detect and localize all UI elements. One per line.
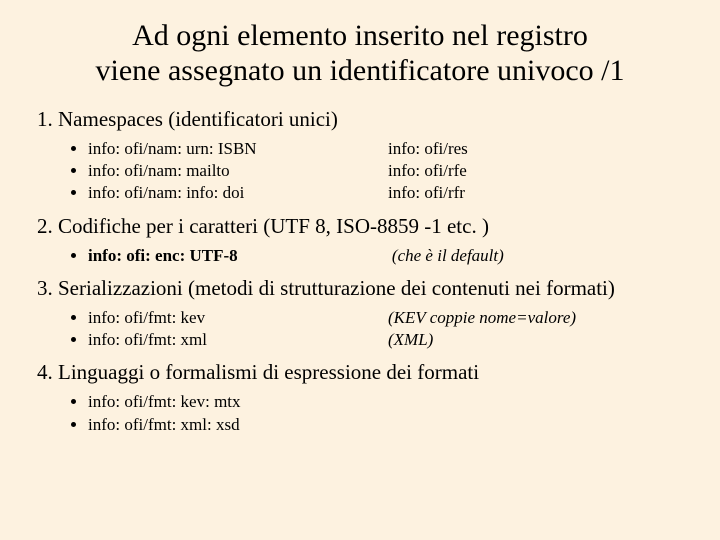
list-item: info: ofi/fmt: xml: xsd [88, 414, 690, 435]
item-linguaggi: Linguaggi o formalismi di espressione de… [58, 360, 690, 435]
lang-1: info: ofi/fmt: xml: xsd [88, 415, 240, 434]
fmt-left-0: info: ofi/fmt: kev [88, 307, 388, 328]
sublist-codifiche: info: ofi: enc: UTF-8 (che è il default) [58, 245, 690, 266]
nam-left-1: info: ofi/nam: mailto [88, 160, 388, 181]
fmt-left-1: info: ofi/fmt: xml [88, 329, 388, 350]
heading-codifiche: Codifiche per i caratteri (UTF 8, ISO-88… [58, 214, 489, 238]
nam-left-0: info: ofi/nam: urn: ISBN [88, 138, 388, 159]
list-item: info: ofi/nam: mailto info: ofi/rfe [88, 160, 690, 181]
list-item: info: ofi/fmt: kev: mtx [88, 391, 690, 412]
list-item: info: ofi: enc: UTF-8 (che è il default) [88, 245, 690, 266]
enc-right: (che è il default) [392, 245, 504, 266]
nam-right-2: info: ofi/rfr [388, 182, 465, 203]
nam-left-2: info: ofi/nam: info: doi [88, 182, 388, 203]
page-title: Ad ogni elemento inserito nel registro v… [30, 18, 690, 89]
nam-right-0: info: ofi/res [388, 138, 468, 159]
heading-namespaces: Namespaces (identificatori unici) [58, 107, 338, 131]
list-item: info: ofi/nam: info: doi info: ofi/rfr [88, 182, 690, 203]
list-item: info: ofi/fmt: xml (XML) [88, 329, 690, 350]
nam-right-1: info: ofi/rfe [388, 160, 467, 181]
title-line-2: viene assegnato un identificatore univoc… [96, 54, 625, 87]
item-namespaces: Namespaces (identificatori unici) info: … [58, 107, 690, 204]
list-item: info: ofi/fmt: kev (KEV coppie nome=valo… [88, 307, 690, 328]
title-line-1: Ad ogni elemento inserito nel registro [132, 19, 588, 52]
item-codifiche: Codifiche per i caratteri (UTF 8, ISO-88… [58, 214, 690, 266]
sublist-linguaggi: info: ofi/fmt: kev: mtx info: ofi/fmt: x… [58, 391, 690, 435]
slide: Ad ogni elemento inserito nel registro v… [0, 0, 720, 540]
main-list: Namespaces (identificatori unici) info: … [30, 107, 690, 435]
item-serializzazioni: Serializzazioni (metodi di strutturazion… [58, 276, 690, 351]
fmt-right-1: (XML) [388, 329, 433, 350]
fmt-right-0: (KEV coppie nome=valore) [388, 307, 576, 328]
sublist-namespaces: info: ofi/nam: urn: ISBN info: ofi/res i… [58, 138, 690, 204]
heading-serializzazioni: Serializzazioni (metodi di strutturazion… [58, 276, 615, 300]
enc-left: info: ofi: enc: UTF-8 [88, 246, 238, 265]
sublist-serializzazioni: info: ofi/fmt: kev (KEV coppie nome=valo… [58, 307, 690, 351]
lang-0: info: ofi/fmt: kev: mtx [88, 392, 241, 411]
list-item: info: ofi/nam: urn: ISBN info: ofi/res [88, 138, 690, 159]
heading-linguaggi: Linguaggi o formalismi di espressione de… [58, 360, 479, 384]
